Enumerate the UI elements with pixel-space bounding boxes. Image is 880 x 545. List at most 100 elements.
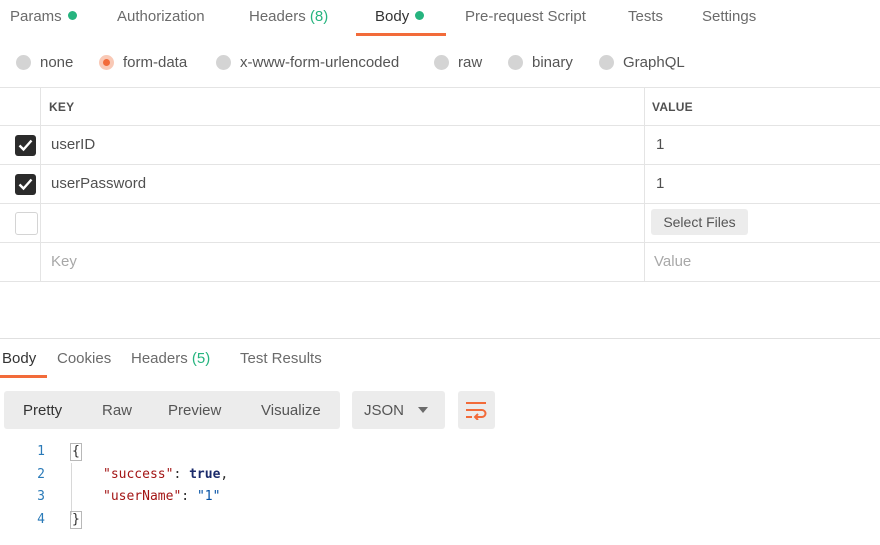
json-boolean-value: true bbox=[189, 466, 221, 482]
response-format-select[interactable]: JSON bbox=[352, 391, 445, 429]
view-visualize-button[interactable]: Visualize bbox=[261, 402, 321, 419]
check-icon bbox=[18, 139, 33, 152]
tab-params[interactable]: Params bbox=[10, 8, 77, 25]
select-files-button[interactable]: Select Files bbox=[651, 209, 748, 235]
value-text: 1 bbox=[656, 175, 665, 192]
wrap-lines-icon bbox=[466, 402, 487, 420]
params-indicator-dot bbox=[67, 11, 77, 20]
value-header-label: VALUE bbox=[652, 100, 693, 114]
json-key: "userName" bbox=[103, 489, 182, 504]
response-tabs: Body Cookies Headers (5) Test Results bbox=[0, 338, 880, 380]
code-line: 3 "userName": "1" bbox=[0, 486, 880, 509]
code-text: { bbox=[70, 441, 82, 464]
radio-label: form-data bbox=[123, 54, 188, 71]
tab-body[interactable]: Body bbox=[375, 8, 425, 25]
row-check-cell bbox=[0, 204, 41, 242]
code-text: } bbox=[70, 509, 82, 532]
value-cell[interactable]: 1 bbox=[646, 126, 880, 164]
tab-authorization[interactable]: Authorization bbox=[117, 8, 205, 25]
chevron-down-icon bbox=[418, 407, 428, 413]
json-key: "success" bbox=[103, 466, 174, 482]
radio-label: none bbox=[40, 54, 74, 71]
close-brace: } bbox=[70, 510, 82, 529]
line-number: 4 bbox=[37, 511, 45, 527]
code-line: 2 "success": true, bbox=[0, 464, 880, 487]
value-cell: Select Files bbox=[646, 204, 880, 242]
code-line: 1 { bbox=[0, 441, 880, 464]
format-select-value: JSON bbox=[364, 402, 405, 419]
value-column-header: VALUE bbox=[646, 88, 880, 125]
key-cell[interactable]: userID bbox=[41, 126, 645, 164]
open-brace: { bbox=[70, 443, 82, 461]
new-key-input[interactable]: Key bbox=[41, 243, 645, 281]
radio-form-data[interactable]: form-data bbox=[99, 54, 187, 71]
key-cell[interactable] bbox=[41, 204, 645, 242]
json-string-value: "1" bbox=[196, 489, 221, 504]
view-preview-button[interactable]: Preview bbox=[168, 402, 221, 419]
response-headers-count: (5) bbox=[191, 350, 211, 367]
table-row: userID 1 bbox=[0, 126, 880, 165]
line-number: 2 bbox=[37, 466, 45, 482]
radio-circle bbox=[599, 55, 614, 70]
view-raw-button[interactable]: Raw bbox=[102, 402, 132, 419]
table-row: Select Files bbox=[0, 204, 880, 243]
value-cell[interactable]: 1 bbox=[646, 165, 880, 203]
table-row: userPassword 1 bbox=[0, 165, 880, 204]
radio-x-www-form-urlencoded[interactable]: x-www-form-urlencoded bbox=[216, 54, 399, 71]
row-check-cell bbox=[0, 243, 41, 281]
body-type-selector: none form-data x-www-form-urlencoded raw… bbox=[0, 44, 880, 80]
table-row-new: Key Value bbox=[0, 243, 880, 282]
radio-label: raw bbox=[458, 54, 483, 71]
key-text: userPassword bbox=[51, 175, 147, 192]
radio-raw[interactable]: raw bbox=[434, 54, 482, 71]
form-data-table: KEY VALUE userID 1 userPassword 1 Select… bbox=[0, 87, 880, 282]
tab-params-label: Params bbox=[10, 8, 62, 25]
view-pretty-button[interactable]: Pretty bbox=[23, 402, 62, 419]
row-checkbox[interactable] bbox=[15, 174, 36, 195]
headers-count: (8) bbox=[309, 8, 329, 25]
row-checkbox[interactable] bbox=[15, 212, 38, 235]
radio-circle bbox=[508, 55, 523, 70]
new-value-input[interactable]: Value bbox=[646, 243, 880, 281]
row-check-cell bbox=[0, 165, 41, 203]
response-tab-test-results[interactable]: Test Results bbox=[240, 350, 322, 367]
row-check-cell bbox=[0, 126, 41, 164]
code-line: 4 } bbox=[0, 509, 880, 532]
response-view-mode-group: Pretty Raw Preview Visualize bbox=[4, 391, 340, 429]
tab-body-label: Body bbox=[375, 8, 410, 25]
key-cell[interactable]: userPassword bbox=[41, 165, 645, 203]
radio-none[interactable]: none bbox=[16, 54, 73, 71]
response-tab-cookies[interactable]: Cookies bbox=[57, 350, 111, 367]
tab-headers[interactable]: Headers (8) bbox=[249, 8, 328, 25]
tab-pre-request-script[interactable]: Pre-request Script bbox=[465, 8, 586, 25]
value-placeholder: Value bbox=[654, 253, 692, 270]
code-text: "success": true, bbox=[103, 466, 229, 482]
response-body-code[interactable]: 1 { 2 "success": true, 3 "userName": "1"… bbox=[0, 441, 880, 531]
response-headers-label: Headers bbox=[131, 350, 188, 367]
radio-binary[interactable]: binary bbox=[508, 54, 573, 71]
table-header-row: KEY VALUE bbox=[0, 87, 880, 126]
tab-headers-label: Headers bbox=[249, 8, 306, 25]
line-number: 1 bbox=[37, 444, 45, 459]
row-checkbox[interactable] bbox=[15, 135, 36, 156]
radio-circle-selected bbox=[99, 55, 114, 70]
response-tab-underline bbox=[0, 375, 47, 378]
code-text: "userName": "1" bbox=[103, 489, 221, 504]
key-header-label: KEY bbox=[49, 100, 75, 114]
line-number: 3 bbox=[37, 489, 45, 504]
tab-tests[interactable]: Tests bbox=[628, 8, 663, 25]
wrap-lines-button[interactable] bbox=[458, 391, 495, 429]
check-column-header bbox=[0, 88, 41, 125]
response-tab-headers[interactable]: Headers (5) bbox=[131, 350, 210, 367]
tab-settings[interactable]: Settings bbox=[702, 8, 756, 25]
request-tabs: Params Authorization Headers (8) Body Pr… bbox=[0, 0, 880, 36]
check-icon bbox=[18, 178, 33, 191]
radio-label: binary bbox=[532, 54, 573, 71]
body-indicator-dot bbox=[415, 11, 425, 20]
active-tab-underline bbox=[356, 33, 446, 36]
radio-graphql[interactable]: GraphQL bbox=[599, 54, 685, 71]
key-column-header: KEY bbox=[41, 88, 645, 125]
response-tab-body[interactable]: Body bbox=[2, 350, 36, 367]
key-placeholder: Key bbox=[51, 253, 77, 270]
radio-label: x-www-form-urlencoded bbox=[240, 54, 400, 71]
